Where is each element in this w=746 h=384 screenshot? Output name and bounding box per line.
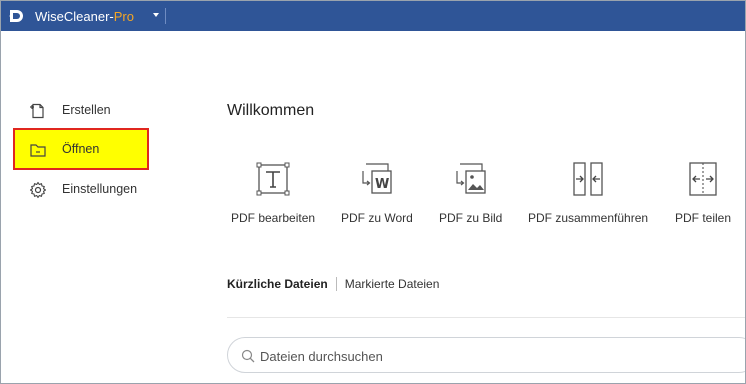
chevron-down-icon[interactable] — [151, 10, 161, 20]
page-title: Willkommen — [227, 102, 315, 119]
tool-label: PDF teilen — [675, 211, 732, 225]
tool-label: PDF bearbeiten — [231, 211, 316, 225]
sidebar-item-label: Einstellungen — [62, 182, 138, 196]
tab-recent-files[interactable]: Kürzliche Dateien — [227, 277, 328, 291]
file-tabs: Kürzliche Dateien Markierte Dateien — [227, 277, 439, 291]
sidebar-item-label: Öffnen — [62, 142, 100, 156]
app-logo-icon — [9, 10, 23, 22]
tool-label: PDF zu Bild — [439, 211, 503, 225]
tab-divider — [335, 277, 337, 291]
sidebar-item-open[interactable]: Öffnen — [13, 128, 149, 170]
search-box[interactable] — [227, 337, 745, 373]
app-name-text: WiseCleaner- — [35, 9, 114, 24]
pdf-to-word-icon: W — [362, 163, 392, 194]
search-icon — [241, 349, 255, 363]
pdf-to-image-icon — [456, 163, 486, 194]
tool-pdf-split[interactable]: PDF teilen — [675, 161, 731, 225]
folder-open-icon — [30, 144, 46, 157]
tab-marked-files[interactable]: Markierte Dateien — [345, 277, 440, 291]
title-bar: WiseCleaner-Pro — [1, 1, 745, 31]
new-file-icon — [30, 103, 44, 119]
sidebar-item-label: Erstellen — [62, 103, 111, 117]
tool-pdf-to-image[interactable]: PDF zu Bild — [439, 161, 502, 225]
app-window: WiseCleaner-Pro Erstellen Öffnen Einstel… — [0, 0, 746, 384]
tool-pdf-merge[interactable]: PDF zusammenführen — [528, 161, 648, 225]
tool-label: PDF zu Word — [341, 211, 413, 225]
split-pdf-icon — [689, 162, 717, 196]
tool-label: PDF zusammenführen — [528, 211, 649, 225]
sidebar-item-settings[interactable]: Einstellungen — [15, 170, 147, 208]
gear-icon — [29, 181, 47, 199]
sidebar-item-create[interactable]: Erstellen — [15, 91, 147, 129]
app-edition: Pro — [113, 9, 134, 24]
search-input[interactable] — [260, 346, 700, 366]
edit-text-icon — [256, 162, 290, 196]
divider — [227, 317, 745, 318]
svg-text:W: W — [375, 177, 389, 192]
title-divider — [165, 8, 166, 24]
app-title: WiseCleaner-Pro — [35, 9, 134, 24]
merge-pdf-icon — [573, 162, 603, 196]
tool-pdf-edit[interactable]: PDF bearbeiten — [231, 161, 315, 225]
tool-pdf-to-word[interactable]: W PDF zu Word — [341, 161, 413, 225]
